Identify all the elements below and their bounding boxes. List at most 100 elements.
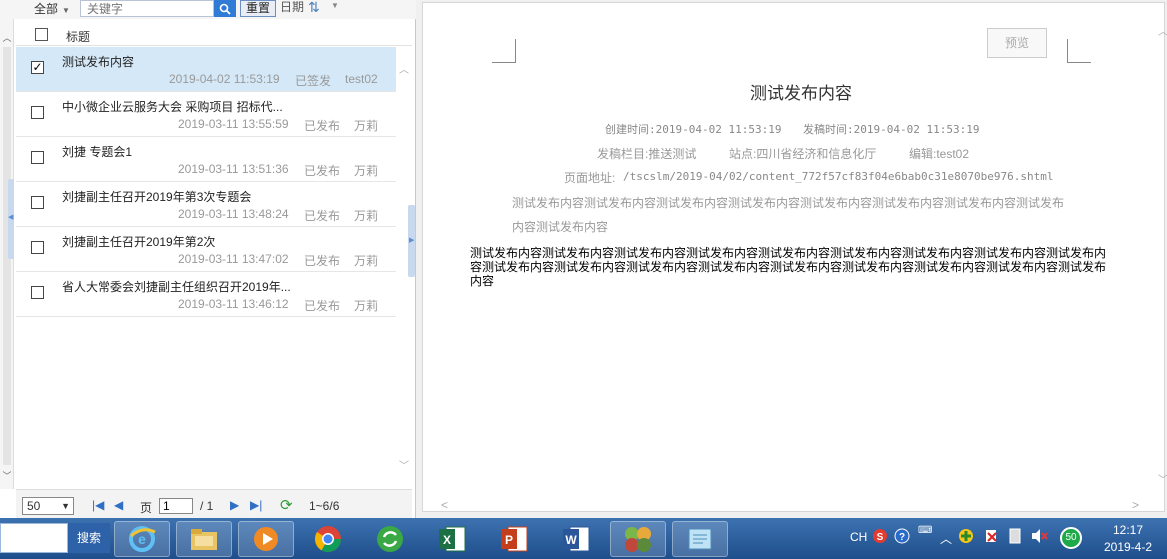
- item-status: 已发布: [304, 164, 341, 178]
- publish-column: 发稿栏目:推送测试: [597, 147, 697, 161]
- help-icon[interactable]: ?: [894, 528, 910, 547]
- page-size-select[interactable]: 50 ▼: [22, 497, 74, 515]
- item-editor: test02: [345, 72, 378, 86]
- preview-document: 预览 测试发布内容 创建时间:2019-04-02 11:53:19 发稿时间:…: [422, 2, 1167, 512]
- page-url[interactable]: /tscslm/2019-04/02/content_772f57cf83f04…: [623, 170, 1053, 183]
- item-editor: 万莉: [354, 164, 379, 178]
- item-editor: 万莉: [354, 299, 379, 313]
- sort-icon[interactable]: ⇅: [308, 0, 320, 14]
- chrome-icon[interactable]: [300, 521, 356, 557]
- scope-dropdown[interactable]: 全部 ▼: [34, 0, 70, 19]
- sync-app-icon[interactable]: [362, 521, 418, 557]
- chevron-right-icon[interactable]: >: [1132, 498, 1139, 512]
- list-item[interactable]: 刘捷 专题会1 2019-03-11 13:51:36 已发布 万莉: [16, 137, 396, 182]
- taskbar-search-button[interactable]: 搜索: [68, 523, 110, 553]
- chevron-down-icon[interactable]: ﹀: [399, 457, 409, 472]
- site-name: 站点:四川省经济和信息化厅: [729, 147, 877, 161]
- taskbar-search-input[interactable]: [0, 523, 68, 553]
- row-checkbox[interactable]: ✓: [31, 61, 44, 74]
- list-item[interactable]: 中小微企业云服务大会 采购项目 招标代... 2019-03-11 13:55:…: [16, 92, 396, 137]
- item-status: 已发布: [304, 299, 341, 313]
- record-range: 1~6/6: [309, 499, 340, 513]
- row-checkbox[interactable]: [31, 196, 44, 209]
- chevron-down-icon[interactable]: ▼: [331, 0, 339, 12]
- battery-icon: 50: [1060, 527, 1082, 549]
- volume-muted-icon[interactable]: [1030, 528, 1048, 547]
- page-size-value: 50: [27, 499, 41, 513]
- page-label: 页: [140, 501, 153, 515]
- list-item[interactable]: 省人大常委会刘捷副主任组织召开2019年... 2019-03-11 13:46…: [16, 272, 396, 317]
- scope-label: 全部: [34, 2, 59, 16]
- chevron-down-icon[interactable]: ﹀: [0, 469, 14, 482]
- keyword-search-input[interactable]: [80, 0, 214, 17]
- item-time: 2019-03-11 13:51:36: [178, 162, 289, 176]
- list-header: 标题: [16, 24, 412, 46]
- row-checkbox[interactable]: [31, 241, 44, 254]
- chevron-up-icon[interactable]: ︿: [0, 31, 14, 44]
- preview-panel: 预览 测试发布内容 创建时间:2019-04-02 11:53:19 发稿时间:…: [420, 0, 1167, 518]
- list-item[interactable]: 刘捷副主任召开2019年第2次 2019-03-11 13:47:02 已发布 …: [16, 227, 396, 272]
- powerpoint-icon[interactable]: P: [486, 521, 542, 557]
- next-page-icon[interactable]: ▶: [230, 497, 239, 513]
- flag-icon[interactable]: [984, 528, 1000, 547]
- pagination-bar: 50 ▼ |◀ ◀ 页 / 1 ▶ ▶| ⟳ 1~6/6: [16, 489, 412, 518]
- corner-mark: [1067, 39, 1091, 63]
- word-icon[interactable]: W: [548, 521, 604, 557]
- doc-body: 测试发布内容测试发布内容测试发布内容测试发布内容测试发布内容测试发布内容测试发布…: [470, 246, 1107, 288]
- select-all-checkbox[interactable]: [35, 28, 48, 41]
- item-title: 省人大常委会刘捷副主任组织召开2019年...: [62, 280, 291, 294]
- input-language[interactable]: CH: [850, 530, 867, 544]
- item-time: 2019-03-11 13:48:24: [178, 207, 289, 221]
- chevron-up-icon[interactable]: ︿: [940, 530, 952, 547]
- ie-browser-icon[interactable]: e: [114, 521, 170, 557]
- doc-summary: 测试发布内容测试发布内容测试发布内容测试发布内容测试发布内容测试发布内容测试发布…: [512, 196, 1065, 234]
- prev-page-icon[interactable]: ◀: [114, 497, 123, 513]
- published-time: 发稿时间:2019-04-02 11:53:19: [803, 123, 980, 136]
- svg-text:S: S: [877, 532, 884, 543]
- chevron-left-icon[interactable]: <: [441, 498, 448, 512]
- list-item[interactable]: 刘捷副主任召开2019年第3次专题会 2019-03-11 13:48:24 已…: [16, 182, 396, 227]
- excel-icon[interactable]: X: [424, 521, 480, 557]
- reset-button[interactable]: 重置: [240, 0, 276, 17]
- chevron-up-icon[interactable]: ︿: [1158, 23, 1167, 38]
- item-time: 2019-03-11 13:47:02: [178, 252, 289, 266]
- item-time: 2019-03-11 13:55:59: [178, 117, 289, 131]
- current-page-input[interactable]: [159, 498, 193, 514]
- taskbar: 搜索 e X P W CH S ? ⌨ ︿ 50 12:17 2019-4-2: [0, 518, 1167, 559]
- list-item[interactable]: ✓ 测试发布内容 2019-04-02 11:53:19 已签发 test02: [16, 47, 396, 92]
- item-status: 已签发: [295, 74, 332, 88]
- item-status: 已发布: [304, 119, 341, 133]
- network-plus-icon[interactable]: [958, 528, 974, 547]
- clock-date: 2019-4-2: [1103, 540, 1153, 554]
- chevron-down-icon[interactable]: ﹀: [1158, 471, 1167, 486]
- system-clock[interactable]: 12:17 2019-4-2: [1096, 522, 1160, 556]
- chevron-down-icon: ▼: [62, 6, 70, 15]
- device-icon[interactable]: [1008, 528, 1022, 547]
- notepad-icon[interactable]: [672, 521, 728, 557]
- left-gutter-scrollbar[interactable]: ︿ ◀ ﹀: [0, 19, 14, 489]
- row-checkbox[interactable]: [31, 106, 44, 119]
- article-list-panel: 全部▼ 重置 日期 ⇅ ▼ ︿ ◀ ﹀ 标题 ✓ 测试发布内容 2019-04-…: [0, 0, 416, 518]
- file-explorer-icon[interactable]: [176, 521, 232, 557]
- row-checkbox[interactable]: [31, 151, 44, 164]
- chevron-up-icon[interactable]: ︿: [399, 61, 409, 76]
- editor-name: 编辑:test02: [909, 147, 970, 161]
- search-button[interactable]: [214, 0, 236, 17]
- date-sort-label[interactable]: 日期: [280, 0, 304, 14]
- horizontal-scrollbar[interactable]: < >: [425, 498, 1165, 512]
- filter-bar: 全部▼ 重置 日期 ⇅ ▼: [0, 0, 416, 19]
- antivirus-icon[interactable]: S: [872, 528, 888, 547]
- last-page-icon[interactable]: ▶|: [250, 497, 262, 513]
- created-time: 创建时间:2019-04-02 11:53:19: [605, 123, 782, 136]
- item-title: 刘捷 专题会1: [62, 145, 133, 159]
- first-page-icon[interactable]: |◀: [92, 497, 104, 513]
- game-app-icon[interactable]: [610, 521, 666, 557]
- keyboard-icon[interactable]: ⌨: [918, 525, 932, 536]
- item-title: 测试发布内容: [62, 55, 135, 69]
- refresh-icon[interactable]: ⟳: [280, 496, 293, 514]
- media-player-icon[interactable]: [238, 521, 294, 557]
- battery-indicator[interactable]: 50: [1060, 527, 1082, 549]
- chevron-down-icon: ▼: [61, 501, 70, 511]
- preview-button[interactable]: 预览: [987, 28, 1047, 58]
- row-checkbox[interactable]: [31, 286, 44, 299]
